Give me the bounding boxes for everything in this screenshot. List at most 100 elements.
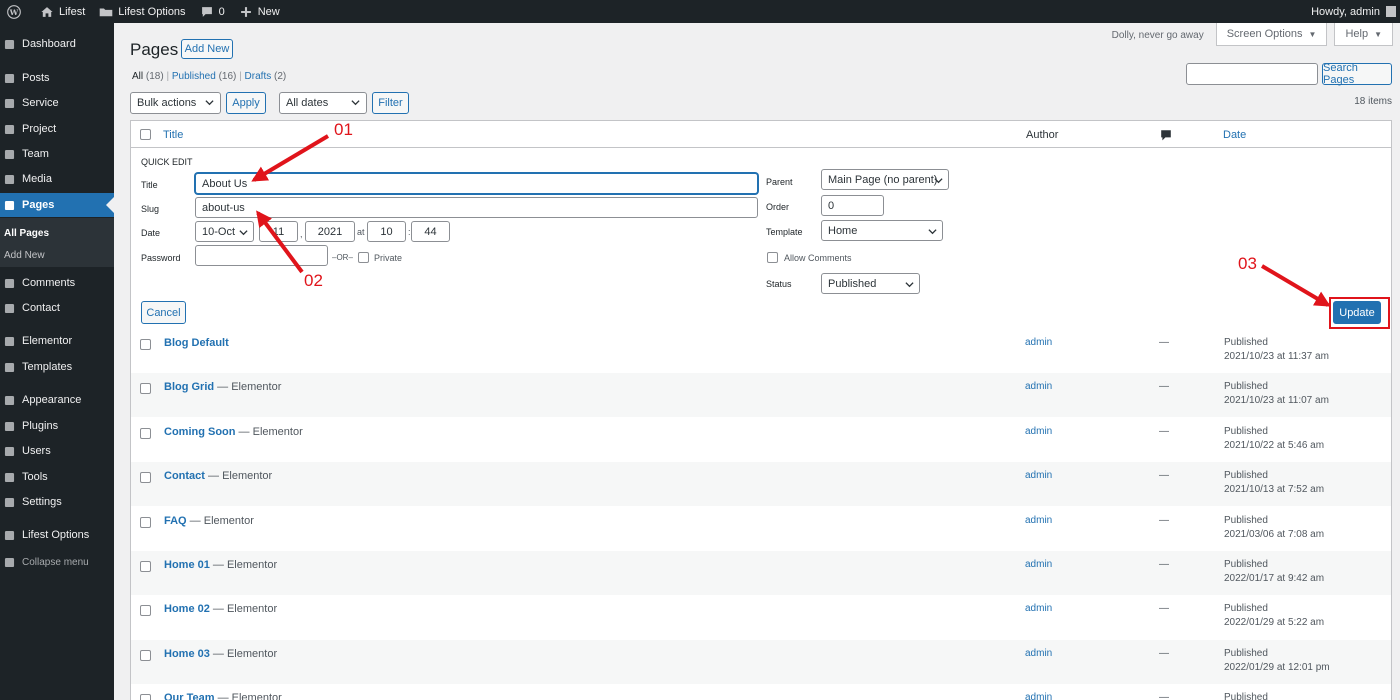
sidebar-item-collapse-menu[interactable]: Collapse menu (0, 550, 114, 574)
apply-button[interactable]: Apply (226, 92, 266, 114)
comment-icon[interactable] (1160, 129, 1172, 141)
row-author-link[interactable]: admin (1025, 470, 1052, 481)
password-input[interactable] (195, 245, 328, 266)
hour-input[interactable]: 10 (367, 221, 406, 242)
row-title: Coming Soon — Elementor (164, 426, 303, 438)
sidebar-item-comments[interactable]: Comments (0, 271, 114, 295)
parent-select[interactable]: Main Page (no parent) (821, 169, 949, 190)
sidebar-item-label: Collapse menu (22, 556, 89, 568)
slug-input[interactable]: about-us (195, 197, 758, 218)
row-checkbox[interactable] (140, 472, 151, 484)
bulk-actions-select[interactable]: Bulk actions (130, 92, 221, 114)
help-button[interactable]: Help ▼ (1334, 23, 1393, 46)
row-title-link[interactable]: FAQ (164, 515, 187, 527)
sidebar-item-lifest-options[interactable]: Lifest Options (0, 523, 114, 547)
sidebar-item-pages[interactable]: Pages (0, 193, 114, 217)
wordpress-logo-button[interactable]: W (0, 0, 33, 23)
row-title-link[interactable]: Contact (164, 470, 205, 482)
row-author-link[interactable]: admin (1025, 426, 1052, 437)
chevron-down-icon (351, 100, 360, 106)
sidebar-item-appearance[interactable]: Appearance (0, 388, 114, 412)
sidebar-item-tools[interactable]: Tools (0, 465, 114, 489)
title-input[interactable]: About Us (195, 173, 758, 194)
site-name-link[interactable]: Lifest (33, 0, 92, 23)
row-checkbox[interactable] (140, 339, 151, 350)
template-select[interactable]: Home (821, 220, 943, 241)
row-author-link[interactable]: admin (1025, 603, 1052, 614)
sidebar-item-users[interactable]: Users (0, 439, 114, 463)
search-input[interactable] (1186, 63, 1318, 85)
row-title-link[interactable]: Home 03 (164, 648, 210, 660)
caret-down-icon: ▼ (1374, 29, 1382, 39)
items-count: 18 items (1354, 96, 1392, 107)
row-title-link[interactable]: Home 01 (164, 559, 210, 571)
row-checkbox[interactable] (140, 649, 151, 661)
row-title-link[interactable]: Home 02 (164, 603, 210, 615)
sidebar-item-project[interactable]: Project (0, 117, 114, 141)
sidebar-item-posts[interactable]: Posts (0, 66, 114, 90)
date-label: Date (141, 228, 161, 238)
row-author-link[interactable]: admin (1025, 559, 1052, 570)
chevron-down-icon (928, 229, 937, 235)
row-author-link[interactable]: admin (1025, 515, 1052, 526)
row-title-link[interactable]: Coming Soon (164, 426, 236, 438)
new-content-link[interactable]: New (232, 0, 287, 23)
month-select[interactable]: 10-Oct (195, 221, 254, 242)
sidebar-item-settings[interactable]: Settings (0, 490, 114, 514)
row-title-link[interactable]: Blog Grid (164, 381, 214, 393)
filter-published[interactable]: Published (172, 71, 216, 82)
row-checkbox[interactable] (140, 561, 151, 572)
row-checkbox[interactable] (140, 427, 151, 439)
row-checkbox[interactable] (140, 516, 151, 528)
submenu-all-pages[interactable]: All Pages (4, 228, 49, 239)
row-title: FAQ — Elementor (164, 515, 254, 527)
row-checkbox[interactable] (140, 605, 151, 617)
allow-comments-checkbox[interactable] (767, 252, 778, 263)
row-title: Home 01 — Elementor (164, 559, 277, 571)
select-all-checkbox[interactable] (140, 129, 151, 140)
row-author-link[interactable]: admin (1025, 648, 1052, 659)
add-new-button[interactable]: Add New (181, 39, 233, 59)
row-comments: — (1159, 647, 1169, 659)
row-title-link[interactable]: Our Team (164, 692, 215, 700)
filter-button[interactable]: Filter (372, 92, 409, 114)
cancel-button[interactable]: Cancel (141, 301, 186, 324)
day-input[interactable]: 11 (259, 221, 298, 242)
lifest-options-link[interactable]: Lifest Options (92, 0, 192, 23)
sidebar-item-plugins[interactable]: Plugins (0, 414, 114, 438)
row-checkbox[interactable] (140, 694, 151, 700)
filter-all-count: (18) (145, 71, 164, 82)
template-value: Home (828, 224, 858, 237)
filter-published-count: (16) (218, 71, 237, 82)
column-date[interactable]: Date (1223, 129, 1246, 141)
sidebar-item-dashboard[interactable]: Dashboard (0, 32, 114, 56)
row-author-link[interactable]: admin (1025, 692, 1052, 700)
filter-all[interactable]: All (132, 71, 143, 82)
search-pages-button[interactable]: Search Pages (1322, 62, 1392, 86)
row-author-link[interactable]: admin (1025, 381, 1052, 392)
sidebar-item-media[interactable]: Media (0, 167, 114, 191)
row-comments: — (1159, 559, 1169, 570)
sidebar-item-team[interactable]: Team (0, 142, 114, 166)
order-input[interactable]: 0 (821, 195, 884, 216)
my-account-link[interactable]: Howdy, admin (1304, 0, 1400, 23)
status-select[interactable]: Published (821, 273, 920, 294)
sidebar-item-label: Comments (22, 277, 76, 289)
sidebar-item-elementor[interactable]: Elementor (0, 329, 114, 353)
comments-link[interactable]: 0 (193, 0, 232, 23)
submenu-add-new[interactable]: Add New (4, 250, 45, 261)
sidebar-item-templates[interactable]: Templates (0, 355, 114, 379)
column-title[interactable]: Title (163, 129, 183, 141)
sidebar-item-contact[interactable]: Contact (0, 296, 114, 320)
dates-select[interactable]: All dates (279, 92, 367, 114)
row-title-link[interactable]: Blog Default (164, 337, 229, 349)
filter-drafts[interactable]: Drafts (245, 71, 272, 82)
row-checkbox[interactable] (140, 383, 151, 395)
row-author-link[interactable]: admin (1025, 337, 1052, 348)
screen-options-button[interactable]: Screen Options ▼ (1215, 23, 1328, 46)
private-checkbox[interactable] (358, 252, 369, 263)
year-input[interactable]: 2021 (305, 221, 355, 242)
status-label: Status (766, 279, 792, 289)
minute-input[interactable]: 44 (411, 221, 450, 242)
sidebar-item-service[interactable]: Service (0, 91, 114, 115)
